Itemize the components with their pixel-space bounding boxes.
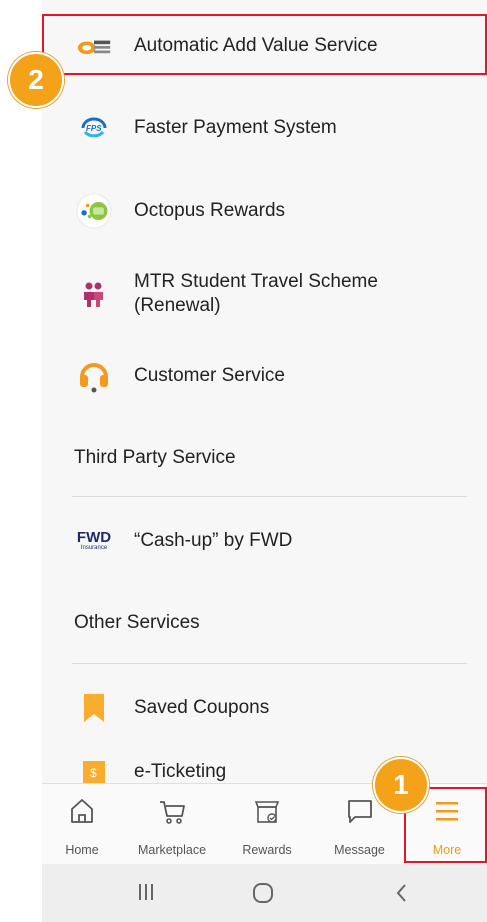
tab-label: Message	[334, 843, 385, 857]
octopus-rewards-icon	[76, 193, 112, 229]
home-icon	[67, 796, 97, 826]
tab-home[interactable]: Home	[42, 784, 122, 865]
menu-item-label: Customer Service	[134, 365, 285, 386]
step-badge-2: 2	[8, 52, 64, 108]
menu-item-saved-coupons[interactable]: Saved Coupons	[42, 688, 487, 728]
mtr-label-line1: MTR Student Travel Scheme	[134, 271, 378, 292]
tab-label: Marketplace	[137, 843, 207, 857]
headset-icon	[76, 358, 112, 394]
bookmark-icon	[76, 690, 112, 726]
tab-label: Rewards	[242, 843, 292, 857]
menu-item-label: Octopus Rewards	[134, 200, 286, 221]
mtr-label-line2: (Renewal)	[134, 295, 221, 316]
menu-item-octopus-rewards[interactable]: Octopus Rewards	[42, 190, 487, 232]
back-icon[interactable]	[394, 882, 408, 910]
fwd-logo-subtext: Insurance	[80, 544, 108, 551]
menu-item-fps[interactable]: FPS Faster Payment System	[42, 108, 487, 148]
menu-item-label: Faster Payment System	[134, 117, 337, 138]
fps-icon: FPS	[76, 110, 112, 146]
system-nav-bar	[42, 864, 487, 922]
tab-label: Home	[65, 843, 99, 857]
rewards-icon	[252, 796, 282, 826]
menu-item-label: MTR Student Travel Scheme (Renewal)	[134, 270, 378, 318]
section-heading-third-party: Third Party Service	[74, 447, 236, 468]
divider	[72, 496, 467, 497]
fwd-logo-text: FWD	[76, 528, 112, 546]
mtr-student-icon	[76, 277, 112, 313]
menu-item-label: Saved Coupons	[134, 697, 270, 718]
divider	[72, 663, 467, 664]
menu-item-fwd[interactable]: FWD Insurance “Cash-up” by FWD	[42, 521, 487, 561]
section-heading-other: Other Services	[74, 612, 200, 633]
highlight-box-aavs	[42, 14, 487, 75]
menu-item-label: “Cash-up” by FWD	[134, 530, 293, 551]
menu-item-mtr-student[interactable]: MTR Student Travel Scheme (Renewal)	[42, 266, 487, 324]
message-icon	[345, 796, 375, 826]
cart-icon	[157, 796, 187, 826]
recent-apps-icon[interactable]	[137, 882, 155, 908]
menu-item-customer-service[interactable]: Customer Service	[42, 355, 487, 397]
svg-text:FPS: FPS	[86, 124, 102, 133]
fwd-logo-icon: FWD Insurance	[76, 523, 112, 559]
tab-rewards[interactable]: Rewards	[222, 784, 312, 865]
step-badge-1: 1	[373, 757, 429, 813]
menu-item-label: e-Ticketing	[134, 761, 227, 782]
home-button-icon[interactable]	[252, 882, 274, 910]
svg-text:$: $	[90, 766, 97, 780]
tab-marketplace[interactable]: Marketplace	[122, 784, 222, 865]
